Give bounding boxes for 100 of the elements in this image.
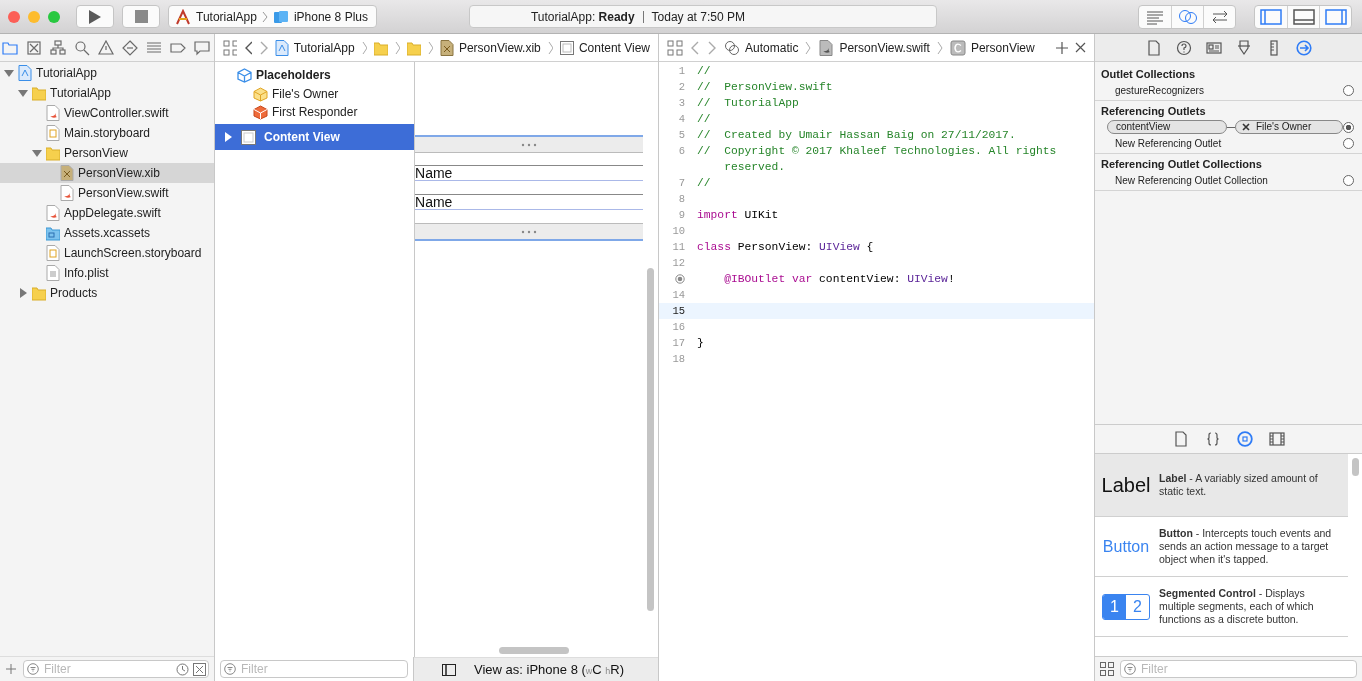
file-tree-item[interactable]: Main.storyboard (0, 123, 215, 143)
file-tree-item[interactable]: Products (0, 283, 215, 303)
forward-icon[interactable] (707, 40, 718, 55)
line-number: 9 (678, 208, 686, 223)
file-tree-item[interactable]: PersonView.xib (0, 163, 215, 183)
navigator-tab-icon (26, 39, 42, 56)
content-view[interactable]: Name Name (415, 135, 644, 241)
identity-inspector-tab[interactable] (1205, 39, 1222, 56)
issue-navigator-tab[interactable] (98, 39, 114, 56)
related-items-icon[interactable] (667, 39, 684, 56)
name-label[interactable]: Name (415, 165, 644, 181)
test-navigator-tab[interactable] (122, 39, 138, 56)
chevron-icon (427, 40, 433, 55)
project-navigator-tab[interactable] (2, 39, 18, 56)
filter-field[interactable]: Filter (220, 660, 409, 678)
attributes-inspector-tab[interactable] (1235, 39, 1252, 56)
line-number: 11 (672, 240, 686, 255)
jump-bar-item[interactable]: PersonView.swift (818, 39, 930, 56)
object-library-tab[interactable] (1236, 431, 1253, 447)
code-line: import UIKit (697, 208, 780, 223)
symbol-navigator-tab[interactable] (50, 39, 66, 56)
library-item[interactable]: Button Button - Intercepts touch events and sends an action message to a target object when it's tapped. (1095, 517, 1348, 577)
file-tree-item[interactable]: PersonView.swift (0, 183, 215, 203)
add-icon[interactable] (5, 663, 17, 675)
panel-toggle-control[interactable] (1254, 4, 1352, 29)
forward-icon[interactable] (259, 40, 268, 55)
related-items-icon[interactable] (223, 39, 237, 56)
filter-field[interactable]: Filter (23, 660, 210, 678)
jump-bar-item[interactable]: TutorialApp (274, 39, 355, 56)
file-tree-item[interactable]: ViewController.swift (0, 103, 215, 123)
clock-icon[interactable] (176, 662, 190, 676)
file-tree-item[interactable]: Info.plist (0, 263, 215, 283)
expand-arrow-icon[interactable] (223, 132, 234, 142)
code-line: // Copyright © 2017 Khaleef Technologies. All rights reserved. (697, 144, 1058, 175)
scrollbar[interactable] (647, 268, 655, 611)
library-item[interactable]: Label Label - A variably sized amount of static text. (1095, 454, 1348, 517)
inspector-tab-icon (1295, 39, 1312, 56)
debug-navigator-tab[interactable] (146, 39, 162, 56)
jump-bar-item[interactable] (373, 39, 388, 56)
help-inspector-tab[interactable] (1175, 39, 1192, 56)
scrollbar[interactable] (1351, 458, 1359, 476)
outline-item[interactable]: Content View (215, 124, 415, 150)
connections-inspector-tab[interactable] (1295, 39, 1312, 56)
jump-bar-item[interactable]: Content View (559, 39, 651, 56)
file-tree-item[interactable]: TutorialApp (0, 63, 215, 83)
section-title: Referencing Outlet Collections (1100, 157, 1263, 172)
scheme-selector[interactable]: TutorialApp iPhone 8 Plus (168, 5, 377, 28)
grid-view-icon[interactable] (1100, 662, 1114, 676)
media-library-tab[interactable] (1268, 431, 1285, 447)
file-tree-item[interactable]: LaunchScreen.storyboard (0, 243, 215, 263)
file-tree-item[interactable]: TutorialApp (0, 83, 215, 103)
resize-handle-icon[interactable] (521, 142, 538, 147)
scrollbar[interactable] (499, 647, 570, 654)
close-button[interactable] (8, 10, 20, 23)
outlet-target-pill[interactable]: File's Owner (1235, 120, 1343, 134)
code-line: // (697, 112, 712, 127)
source-control-filter-icon[interactable] (193, 662, 207, 676)
connection-label: New Referencing Outlet (1114, 137, 1223, 149)
file-tree-item[interactable]: AppDelegate.swift (0, 203, 215, 223)
filter-field[interactable]: Filter (1120, 660, 1357, 678)
jump-bar-item[interactable]: PersonView (949, 39, 1035, 56)
outlet-connection-icon[interactable] (675, 274, 686, 284)
stop-icon (134, 10, 148, 23)
outline-item[interactable]: First Responder (215, 103, 415, 121)
folder-icon (32, 85, 46, 101)
button-preview: Button (1102, 537, 1150, 556)
file-tree-item[interactable]: Assets.xcassets (0, 223, 215, 243)
close-icon[interactable] (1075, 42, 1086, 53)
connection-circle[interactable] (1343, 174, 1354, 186)
file-icon (818, 39, 835, 56)
file-library-tab[interactable] (1172, 431, 1189, 447)
library-item[interactable]: 1 2 Segmented Control - Displays multiple segments, each of which functions as a discrete button. (1095, 577, 1348, 637)
outline-toggle-icon[interactable] (442, 663, 457, 676)
add-icon[interactable] (1056, 41, 1068, 54)
connection-circle[interactable] (1343, 84, 1354, 96)
expand-arrow-icon[interactable] (18, 288, 28, 298)
outline-item[interactable]: File's Owner (215, 85, 415, 103)
connection-circle[interactable] (1343, 121, 1354, 133)
jump-bar-item[interactable]: PersonView.xib (439, 39, 541, 56)
resize-handle-icon[interactable] (521, 229, 538, 234)
name-label[interactable]: Name (415, 194, 644, 210)
file-inspector-tab[interactable] (1145, 39, 1162, 56)
panel-layout-icon (1292, 8, 1315, 25)
line-number: 1 (678, 64, 686, 79)
report-navigator-tab[interactable] (194, 39, 210, 56)
run-button[interactable] (76, 5, 114, 28)
source-navigator-tab[interactable] (26, 39, 42, 56)
connection-circle[interactable] (1343, 137, 1354, 149)
file-icon (46, 205, 60, 221)
find-navigator-tab[interactable] (74, 39, 90, 56)
segmented-control-preview: 1 2 (1102, 593, 1150, 620)
stop-button[interactable] (122, 5, 160, 28)
section-title: Outlet Collections (1100, 67, 1197, 82)
editor-mode-control[interactable] (1138, 4, 1236, 29)
file-tree-item[interactable]: PersonView (0, 143, 215, 163)
jump-bar-item[interactable]: Automatic (724, 39, 799, 56)
remove-icon[interactable] (1242, 123, 1250, 131)
jump-bar-item[interactable] (406, 39, 421, 56)
collapse-arrow-icon[interactable] (32, 148, 42, 158)
back-icon[interactable] (243, 40, 253, 55)
